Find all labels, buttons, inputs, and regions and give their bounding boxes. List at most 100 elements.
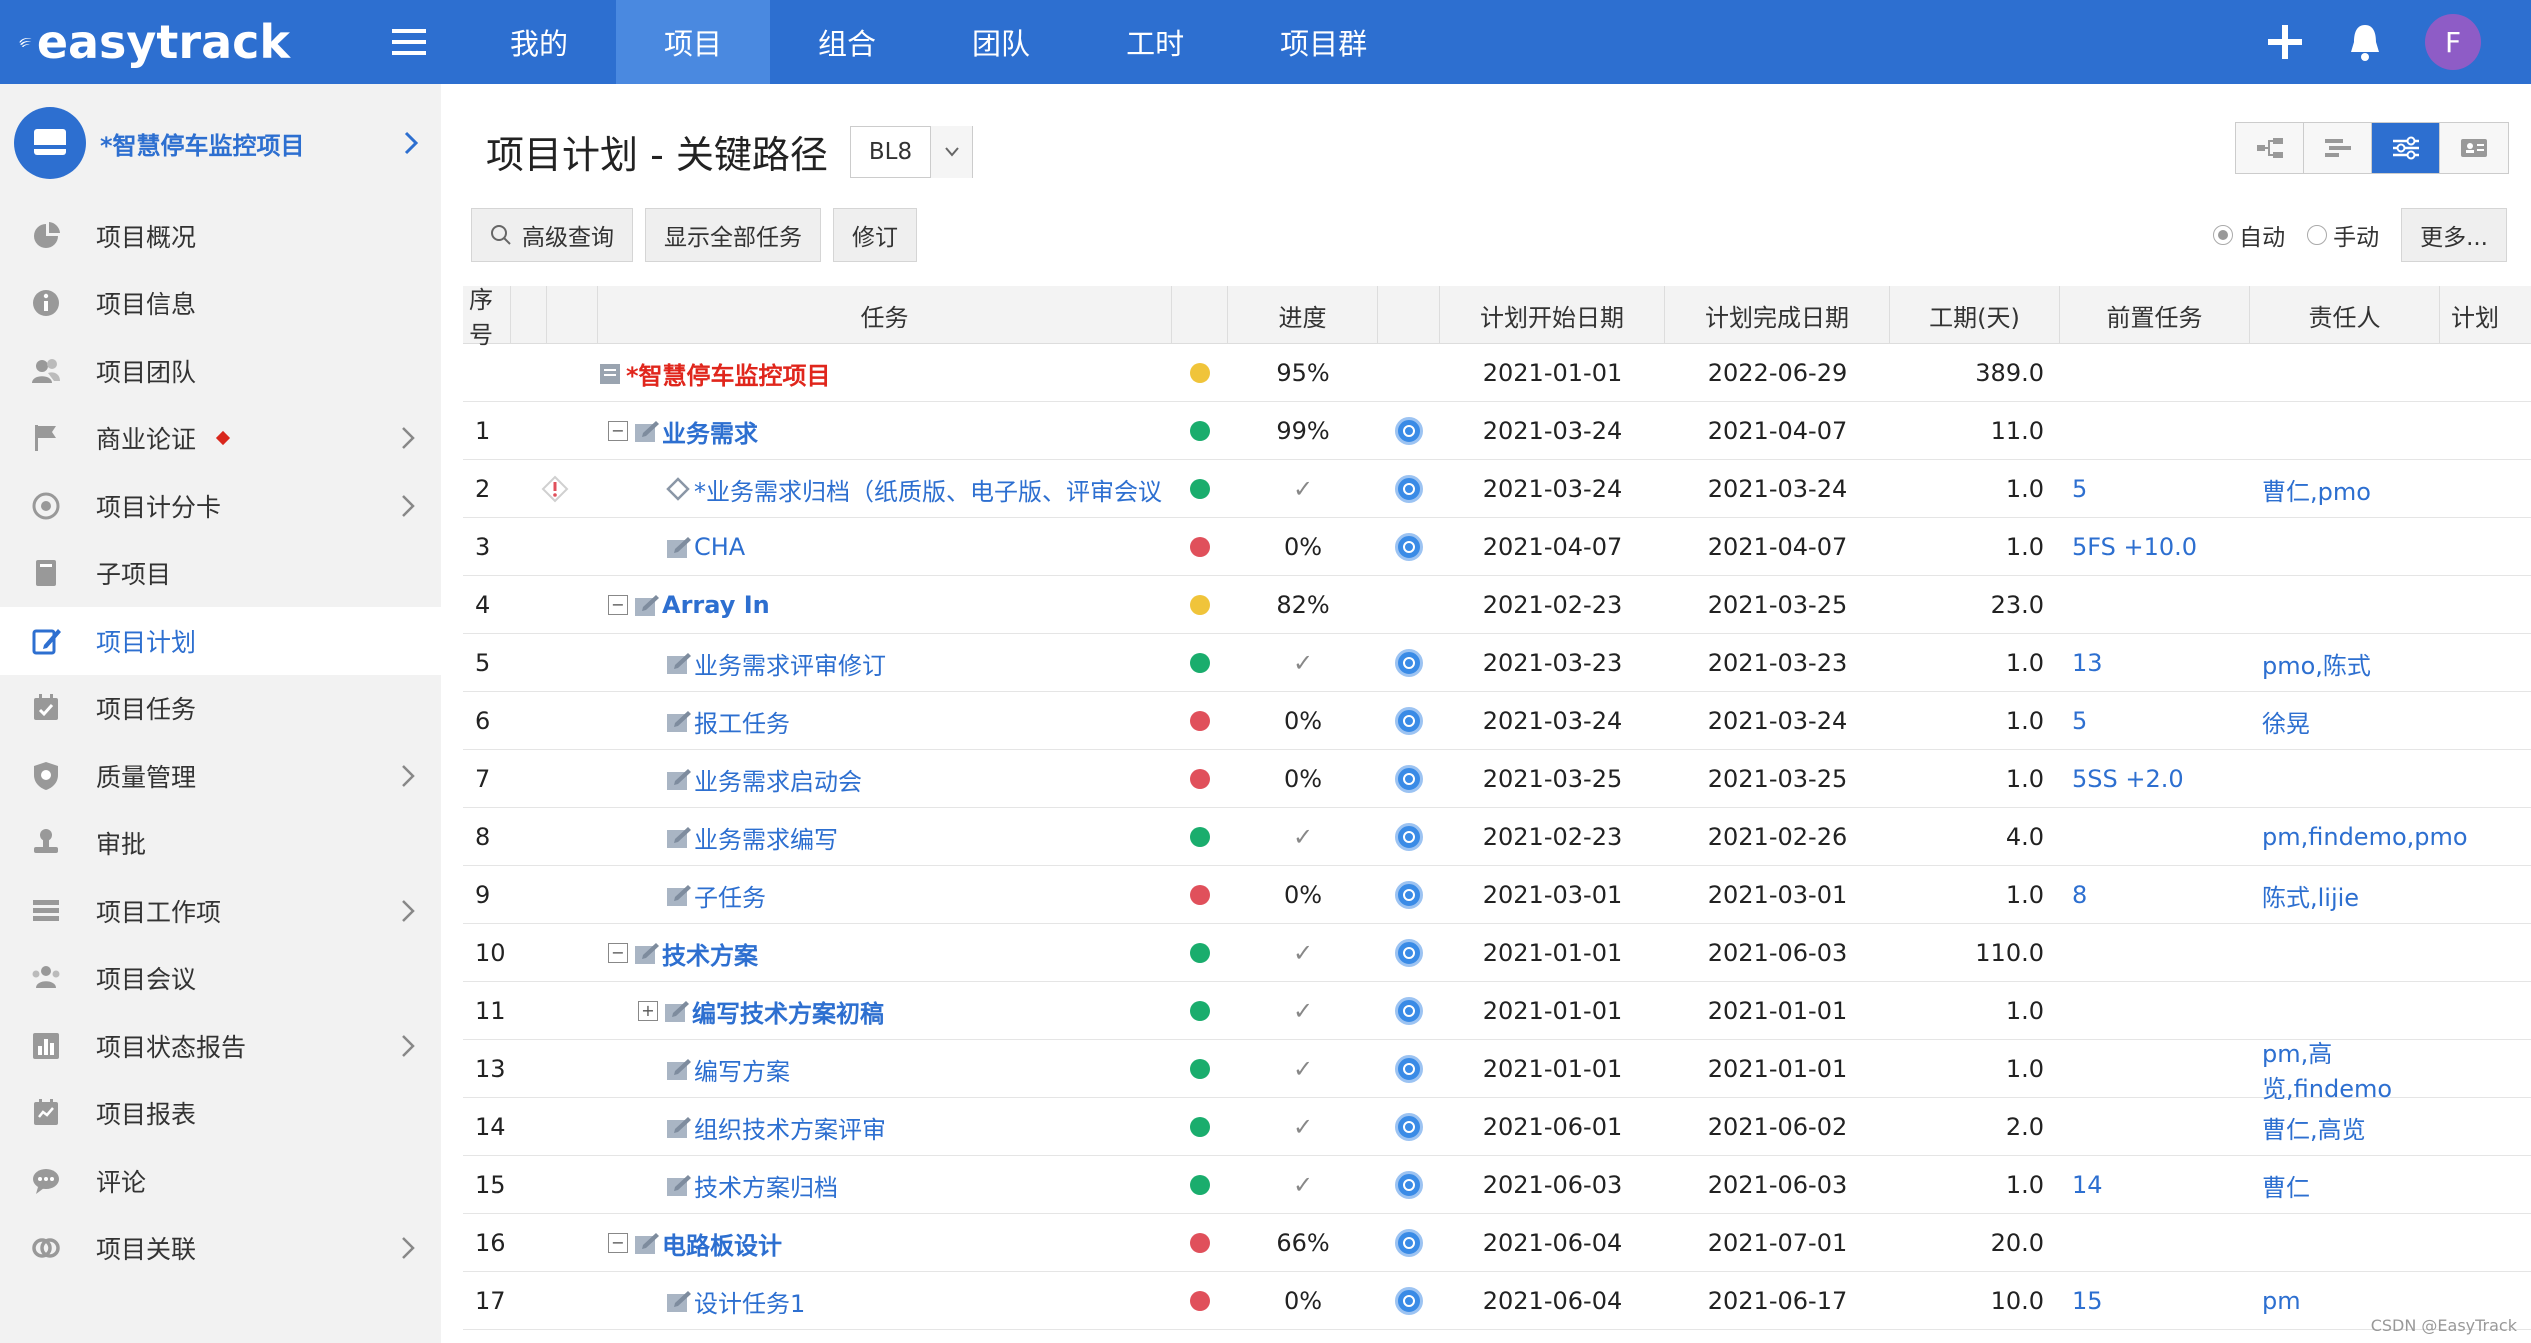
- auto-schedule-icon[interactable]: [1395, 707, 1423, 735]
- header-end[interactable]: 计划完成日期: [1665, 286, 1890, 344]
- owner[interactable]: 徐晃: [2250, 692, 2440, 750]
- gantt-view-icon[interactable]: [2304, 123, 2372, 173]
- show-all-tasks-button[interactable]: 显示全部任务: [645, 208, 821, 262]
- owner[interactable]: 陈式,lijie: [2250, 866, 2440, 924]
- sidebar-item-10[interactable]: 项目工作项: [0, 877, 441, 945]
- owner[interactable]: [2250, 576, 2440, 634]
- task-name[interactable]: 设计任务1: [694, 1284, 805, 1319]
- predecessor[interactable]: 15: [2060, 1272, 2250, 1330]
- header-start[interactable]: 计划开始日期: [1440, 286, 1665, 344]
- table-row[interactable]: 6 报工任务 0% 2021-03-24 2021-03-24 1.0 5 徐晃: [463, 692, 2531, 750]
- auto-schedule-icon[interactable]: [1395, 475, 1423, 503]
- mode-auto-radio[interactable]: 自动: [2213, 218, 2285, 252]
- sidebar-item-2[interactable]: 项目团队: [0, 337, 441, 405]
- task-name[interactable]: 技术方案: [662, 936, 758, 971]
- header-duration[interactable]: 工期(天): [1890, 286, 2060, 344]
- sidebar-item-15[interactable]: 项目关联: [0, 1215, 441, 1283]
- predecessor[interactable]: 5: [2060, 460, 2250, 518]
- task-cell[interactable]: 组织技术方案评审: [598, 1098, 1172, 1156]
- table-row[interactable]: 15 技术方案归档 ✓ 2021-06-03 2021-06-03 1.0 14 曹仁: [463, 1156, 2531, 1214]
- task-cell[interactable]: 技术方案归档: [598, 1156, 1172, 1214]
- task-name[interactable]: 业务需求启动会: [694, 762, 862, 797]
- table-row[interactable]: 8 业务需求编写 ✓ 2021-02-23 2021-02-26 4.0 pm,findem…: [463, 808, 2531, 866]
- predecessor[interactable]: 14: [2060, 1156, 2250, 1214]
- sidebar-item-1[interactable]: 项目信息: [0, 270, 441, 338]
- task-name[interactable]: 电路板设计: [662, 1226, 782, 1261]
- owner[interactable]: pmo,陈式: [2250, 634, 2440, 692]
- auto-schedule-icon[interactable]: [1395, 939, 1423, 967]
- owner[interactable]: [2250, 1214, 2440, 1272]
- task-cell[interactable]: 设计任务1: [598, 1272, 1172, 1330]
- task-cell[interactable]: *业务需求归档（纸质版、电子版、评审会议: [598, 460, 1172, 518]
- task-cell[interactable]: + 编写技术方案初稿: [598, 982, 1172, 1040]
- table-row[interactable]: 2 *业务需求归档（纸质版、电子版、评审会议 ✓ 2021-03-24 2021-03-…: [463, 460, 2531, 518]
- sidebar-item-5[interactable]: 子项目: [0, 540, 441, 608]
- sidebar-item-12[interactable]: 项目状态报告: [0, 1012, 441, 1080]
- task-name[interactable]: Array In: [662, 591, 770, 619]
- project-switcher[interactable]: *智慧停车监控项目: [0, 84, 441, 202]
- task-name[interactable]: *业务需求归档（纸质版、电子版、评审会议: [694, 472, 1162, 507]
- chevron-right-icon[interactable]: [381, 130, 441, 156]
- chevron-right-icon[interactable]: [401, 472, 415, 540]
- predecessor[interactable]: 8: [2060, 866, 2250, 924]
- predecessor[interactable]: [2060, 1040, 2250, 1098]
- table-row[interactable]: 5 业务需求评审修订 ✓ 2021-03-23 2021-03-23 1.0 13 pmo,陈…: [463, 634, 2531, 692]
- header-no[interactable]: 序号: [463, 286, 511, 349]
- task-cell[interactable]: − 业务需求: [598, 402, 1172, 460]
- table-row[interactable]: 17 设计任务1 0% 2021-06-04 2021-06-17 10.0 15 pm: [463, 1272, 2531, 1330]
- table-row[interactable]: 1 − 业务需求 99% 2021-03-24 2021-04-07 11.0: [463, 402, 2531, 460]
- predecessor[interactable]: 5FS +10.0: [2060, 518, 2250, 576]
- auto-schedule-icon[interactable]: [1395, 1287, 1423, 1315]
- task-name[interactable]: 编写方案: [694, 1052, 790, 1087]
- owner[interactable]: [2250, 518, 2440, 576]
- auto-schedule-icon[interactable]: [1395, 881, 1423, 909]
- revise-button[interactable]: 修订: [833, 208, 917, 262]
- auto-schedule-icon[interactable]: [1395, 1229, 1423, 1257]
- table-row[interactable]: 4 − Array In 82% 2021-02-23 2021-03-25 23.0: [463, 576, 2531, 634]
- more-button[interactable]: 更多...: [2401, 208, 2507, 262]
- owner[interactable]: [2250, 402, 2440, 460]
- collapse-icon[interactable]: −: [608, 595, 628, 615]
- owner[interactable]: [2250, 982, 2440, 1040]
- task-name[interactable]: 业务需求评审修订: [694, 646, 886, 681]
- task-name[interactable]: 技术方案归档: [694, 1168, 838, 1203]
- task-name[interactable]: 编写技术方案初稿: [692, 994, 884, 1029]
- sidebar-item-13[interactable]: 项目报表: [0, 1080, 441, 1148]
- tab-0[interactable]: 我的: [462, 0, 616, 84]
- sidebar-item-4[interactable]: 项目计分卡: [0, 472, 441, 540]
- collapse-icon[interactable]: −: [608, 421, 628, 441]
- baseline-select[interactable]: BL8: [849, 125, 974, 178]
- predecessor[interactable]: [2060, 344, 2250, 402]
- predecessor[interactable]: 13: [2060, 634, 2250, 692]
- auto-schedule-icon[interactable]: [1395, 533, 1423, 561]
- logo[interactable]: easytrack: [0, 0, 290, 84]
- sidebar-item-0[interactable]: 项目概况: [0, 202, 441, 270]
- tab-1[interactable]: 项目: [616, 0, 771, 84]
- tab-2[interactable]: 组合: [770, 0, 924, 84]
- predecessor[interactable]: 5SS +2.0: [2060, 750, 2250, 808]
- predecessor[interactable]: 5: [2060, 692, 2250, 750]
- header-progress[interactable]: 进度: [1228, 286, 1378, 344]
- chevron-right-icon[interactable]: [401, 1012, 415, 1080]
- table-row[interactable]: 16 − 电路板设计 66% 2021-06-04 2021-07-01 20.0: [463, 1214, 2531, 1272]
- predecessor[interactable]: [2060, 402, 2250, 460]
- task-name[interactable]: 子任务: [694, 878, 766, 913]
- tab-3[interactable]: 团队: [924, 0, 1078, 84]
- owner[interactable]: 曹仁: [2250, 1156, 2440, 1214]
- header-owner[interactable]: 责任人: [2250, 286, 2440, 344]
- predecessor[interactable]: [2060, 808, 2250, 866]
- owner[interactable]: [2250, 924, 2440, 982]
- chevron-right-icon[interactable]: [401, 405, 415, 473]
- mode-manual-radio[interactable]: 手动: [2307, 218, 2379, 252]
- header-plan[interactable]: 计划: [2440, 286, 2510, 344]
- task-name[interactable]: *智慧停车监控项目: [626, 356, 831, 391]
- tab-5[interactable]: 项目群: [1232, 0, 1415, 84]
- auto-schedule-icon[interactable]: [1395, 823, 1423, 851]
- table-row[interactable]: 9 子任务 0% 2021-03-01 2021-03-01 1.0 8 陈式,lijie: [463, 866, 2531, 924]
- card-view-icon[interactable]: [2440, 123, 2508, 173]
- table-row[interactable]: 7 业务需求启动会 0% 2021-03-25 2021-03-25 1.0 5SS +2.…: [463, 750, 2531, 808]
- sidebar-item-7[interactable]: 项目任务: [0, 675, 441, 743]
- tab-4[interactable]: 工时: [1078, 0, 1232, 84]
- owner[interactable]: 曹仁,高览: [2250, 1098, 2440, 1156]
- add-icon[interactable]: [2245, 0, 2325, 84]
